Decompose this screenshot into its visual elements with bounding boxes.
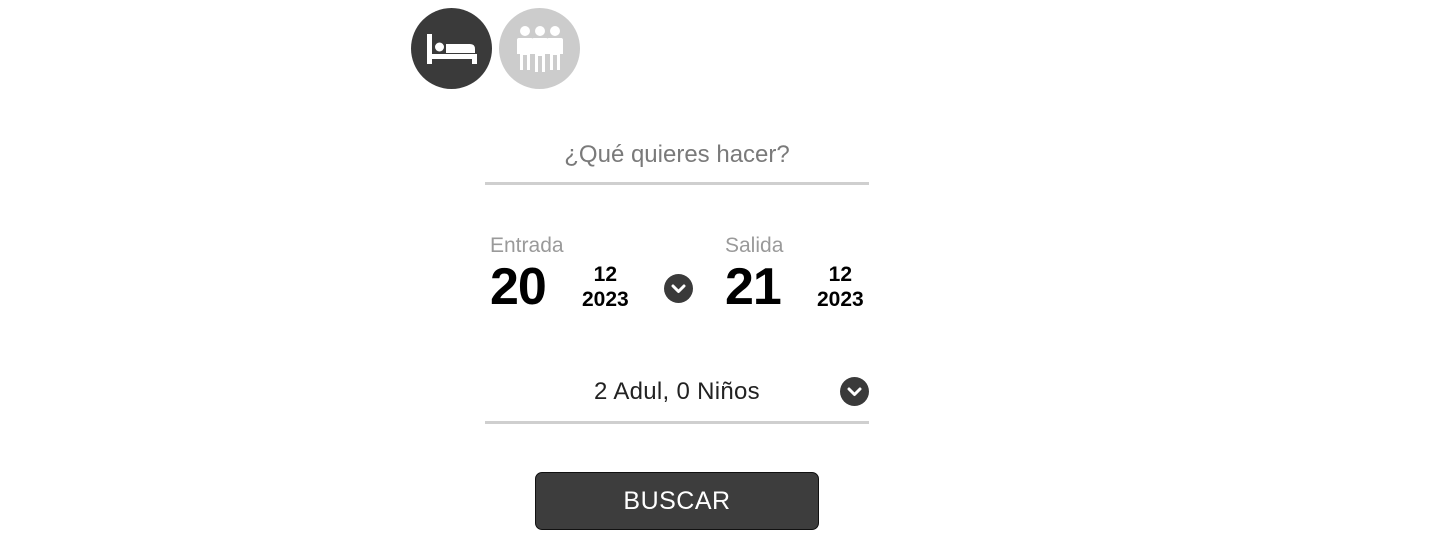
checkin-date[interactable]: Entrada 20 12 2023 — [490, 234, 629, 314]
guests-dropdown-button[interactable] — [840, 377, 869, 406]
checkout-label: Salida — [725, 234, 784, 257]
chevron-down-icon — [847, 387, 862, 396]
booking-widget: Entrada 20 12 2023 Salida 21 12 2023 2 A… — [0, 0, 1440, 539]
checkin-month: 12 — [593, 263, 618, 286]
search-input[interactable] — [485, 128, 869, 182]
checkin-day: 20 — [490, 258, 547, 316]
search-button[interactable]: BUSCAR — [535, 472, 819, 530]
guests-selector[interactable]: 2 Adul, 0 Niños — [485, 366, 869, 424]
checkout-month: 12 — [828, 263, 853, 286]
checkout-day: 21 — [725, 258, 782, 316]
bed-icon — [426, 33, 477, 64]
dates-dropdown-button[interactable] — [664, 274, 693, 303]
checkin-label: Entrada — [490, 234, 564, 257]
chevron-down-icon — [671, 284, 686, 293]
category-accommodation-button[interactable] — [411, 8, 492, 89]
checkout-date[interactable]: Salida 21 12 2023 — [725, 234, 864, 314]
search-field — [485, 128, 869, 185]
guests-value: 2 Adul, 0 Niños — [594, 378, 760, 405]
checkout-year: 2023 — [817, 288, 864, 311]
people-icon — [516, 25, 563, 72]
checkin-year: 2023 — [582, 288, 629, 311]
category-activities-button[interactable] — [499, 8, 580, 89]
